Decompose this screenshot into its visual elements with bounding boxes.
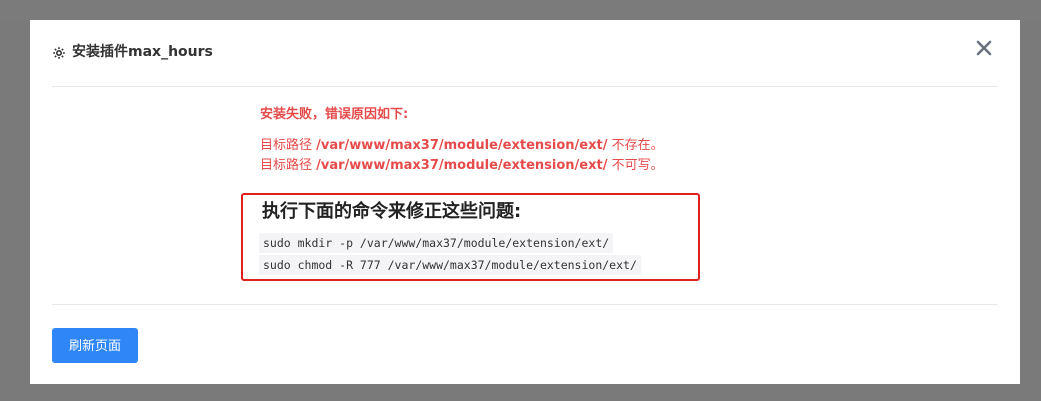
gear-icon (52, 45, 66, 59)
error-path: /var/www/max37/module/extension/ext/ (316, 158, 608, 173)
install-plugin-dialog: 安装插件max_hours 安装失败，错误原因如下: 目标路径 /var/www… (30, 20, 1020, 384)
error-content: 安装失败，错误原因如下: 目标路径 /var/www/max37/module/… (260, 106, 720, 176)
footer-divider (52, 304, 998, 305)
dialog-header: 安装插件max_hours (52, 20, 998, 87)
error-suffix: 不可写。 (607, 158, 664, 173)
command-chmod[interactable]: sudo chmod -R 777 /var/www/max37/module/… (259, 255, 641, 275)
error-line-not-exist: 目标路径 /var/www/max37/module/extension/ext… (260, 136, 720, 156)
fix-title: 执行下面的命令来修正这些问题: (262, 201, 522, 222)
error-suffix: 不存在。 (607, 138, 664, 153)
close-icon[interactable] (974, 38, 994, 58)
refresh-page-button[interactable]: 刷新页面 (52, 328, 138, 363)
error-line-not-writable: 目标路径 /var/www/max37/module/extension/ext… (260, 156, 720, 176)
dialog-title: 安装插件max_hours (72, 44, 213, 60)
error-prefix: 目标路径 (260, 138, 317, 153)
modal-backdrop (0, 0, 1041, 20)
command-mkdir[interactable]: sudo mkdir -p /var/www/max37/module/exte… (259, 233, 614, 253)
error-path: /var/www/max37/module/extension/ext/ (316, 138, 608, 153)
error-list: 目标路径 /var/www/max37/module/extension/ext… (260, 136, 720, 176)
error-heading: 安装失败，错误原因如下: (260, 107, 409, 122)
fix-commands-box: 执行下面的命令来修正这些问题: sudo mkdir -p /var/www/m… (241, 193, 700, 281)
error-prefix: 目标路径 (260, 158, 317, 173)
